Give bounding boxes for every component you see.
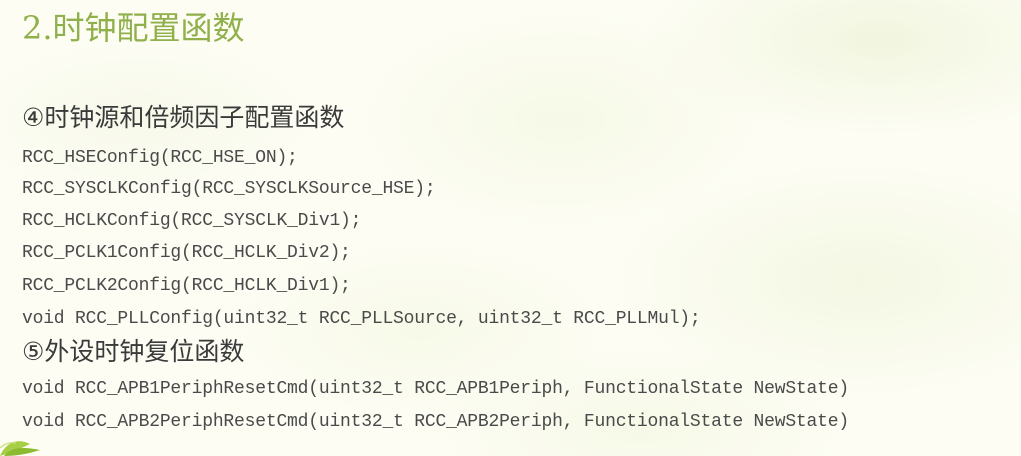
code-line: RCC_HSEConfig(RCC_HSE_ON); bbox=[22, 148, 298, 168]
code-line: RCC_PCLK1Config(RCC_HCLK_Div2); bbox=[22, 243, 351, 263]
section-4-heading: ④时钟源和倍频因子配置函数 bbox=[22, 103, 345, 132]
green-leaf-icon bbox=[0, 441, 40, 456]
code-line: void RCC_APB2PeriphResetCmd(uint32_t RCC… bbox=[22, 412, 849, 432]
code-line: RCC_HCLKConfig(RCC_SYSCLK_Div1); bbox=[22, 211, 362, 231]
slide-title: 2.时钟配置函数 bbox=[22, 9, 245, 47]
section-5-heading: ⑤外设时钟复位函数 bbox=[22, 337, 245, 366]
code-line: void RCC_PLLConfig(uint32_t RCC_PLLSourc… bbox=[22, 309, 701, 329]
code-line: RCC_PCLK2Config(RCC_HCLK_Div1); bbox=[22, 276, 351, 296]
code-line: void RCC_APB1PeriphResetCmd(uint32_t RCC… bbox=[22, 379, 849, 399]
code-line: RCC_SYSCLKConfig(RCC_SYSCLKSource_HSE); bbox=[22, 179, 436, 199]
